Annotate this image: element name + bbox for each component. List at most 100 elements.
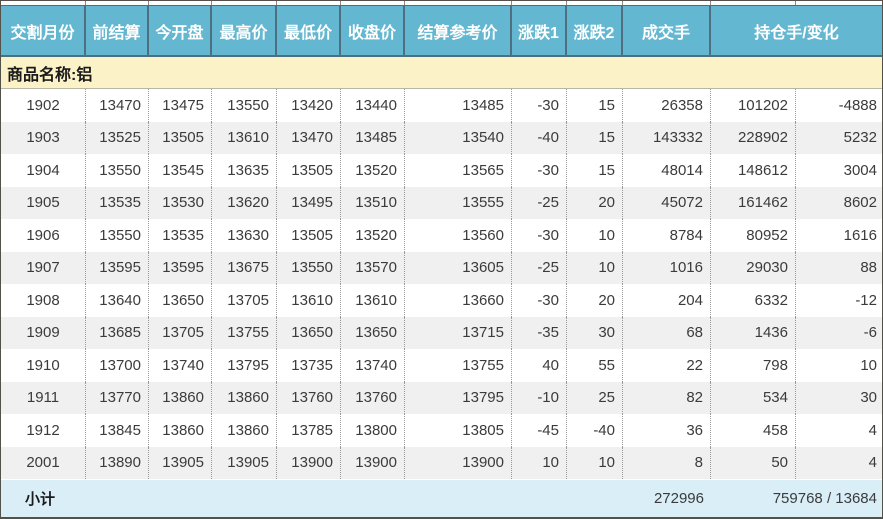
cell-close: 13520 <box>341 154 405 187</box>
cell-high: 13630 <box>212 219 277 252</box>
cell-oi-change: 4 <box>868 454 877 472</box>
cell-change1: -30 <box>512 219 567 252</box>
cell-open-interest: 101202 <box>711 89 796 122</box>
cell-high: 13860 <box>212 414 277 447</box>
table-header-row: 交割月份 前结算 今开盘 最高价 最低价 收盘价 结算参考价 涨跌1 涨跌2 成… <box>1 5 882 57</box>
futures-quotes-table: 交割月份 前结算 今开盘 最高价 最低价 收盘价 结算参考价 涨跌1 涨跌2 成… <box>0 0 883 519</box>
cell-close: 13760 <box>341 381 405 414</box>
cell-change2: 15 <box>567 89 623 122</box>
cell-high: 13795 <box>212 349 277 382</box>
cell-open: 13535 <box>149 219 212 252</box>
cell-settlement-ref: 13715 <box>405 316 512 349</box>
column-header-change2: 涨跌2 <box>567 6 623 55</box>
cell-change2: 55 <box>567 349 623 382</box>
cell-open: 13545 <box>149 154 212 187</box>
table-row[interactable]: 1908 13640 13650 13705 13610 13610 13660… <box>1 284 882 317</box>
cell-open: 13860 <box>149 381 212 414</box>
cell-change1: -30 <box>512 89 567 122</box>
cell-low: 13900 <box>277 446 341 479</box>
cell-change1: -10 <box>512 381 567 414</box>
cell-open-interest: 29030 <box>711 251 796 284</box>
table-row[interactable]: 1904 13550 13545 13635 13505 13520 13565… <box>1 154 882 187</box>
cell-low: 13550 <box>277 251 341 284</box>
cell-oi-change: 10 <box>860 356 877 374</box>
cell-prev-settlement: 13470 <box>86 89 149 122</box>
cell-low: 13650 <box>277 316 341 349</box>
cell-volume: 36 <box>623 414 711 447</box>
cell-prev-settlement: 13595 <box>86 251 149 284</box>
cell-volume: 26358 <box>623 89 711 122</box>
table-top-strip <box>1 1 882 5</box>
cell-delivery-month: 1904 <box>1 154 86 187</box>
subtotal-open-interest-total: 759768 / 13684 <box>772 490 877 507</box>
cell-open-interest: 50 <box>711 446 796 479</box>
cell-change1: 10 <box>512 446 567 479</box>
column-header-open: 今开盘 <box>149 6 212 55</box>
table-row[interactable]: 1911 13770 13860 13860 13760 13760 13795… <box>1 381 882 414</box>
table-row[interactable]: 1912 13845 13860 13860 13785 13800 13805… <box>1 414 882 447</box>
cell-delivery-month: 1910 <box>1 349 86 382</box>
table-row[interactable]: 1905 13535 13530 13620 13495 13510 13555… <box>1 186 882 219</box>
cell-high: 13860 <box>212 381 277 414</box>
cell-low: 13420 <box>277 89 341 122</box>
cell-delivery-month: 1911 <box>1 381 86 414</box>
cell-high: 13905 <box>212 446 277 479</box>
cell-delivery-month: 1909 <box>1 316 86 349</box>
cell-settlement-ref: 13805 <box>405 414 512 447</box>
cell-settlement-ref: 13755 <box>405 349 512 382</box>
cell-settlement-ref: 13565 <box>405 154 512 187</box>
cell-delivery-month: 1906 <box>1 219 86 252</box>
cell-change1: -40 <box>512 121 567 154</box>
cell-change2: 10 <box>567 251 623 284</box>
table-row[interactable]: 1910 13700 13740 13795 13735 13740 13755… <box>1 349 882 382</box>
table-row[interactable]: 1902 13470 13475 13550 13420 13440 13485… <box>1 89 882 122</box>
cell-volume: 1016 <box>623 251 711 284</box>
cell-settlement-ref: 13540 <box>405 121 512 154</box>
cell-high: 13675 <box>212 251 277 284</box>
table-row[interactable]: 2001 13890 13905 13905 13900 13900 13900… <box>1 446 882 479</box>
cell-open: 13475 <box>149 89 212 122</box>
table-row[interactable]: 1906 13550 13535 13630 13505 13520 13560… <box>1 219 882 252</box>
cell-delivery-month: 1903 <box>1 121 86 154</box>
cell-change2: 15 <box>567 154 623 187</box>
cell-open-interest: 228902 <box>711 121 796 154</box>
cell-prev-settlement: 13770 <box>86 381 149 414</box>
table-row[interactable]: 1909 13685 13705 13755 13650 13650 13715… <box>1 316 882 349</box>
cell-oi-change: 8602 <box>843 194 877 212</box>
table-row[interactable]: 1907 13595 13595 13675 13550 13570 13605… <box>1 251 882 284</box>
cell-open: 13650 <box>149 284 212 317</box>
cell-volume: 8 <box>623 446 711 479</box>
cell-close: 13800 <box>341 414 405 447</box>
cell-oi-change: 4 <box>868 421 877 439</box>
cell-delivery-month: 2001 <box>1 446 86 479</box>
subtotal-row: 小计 272996 759768 / 13684 <box>1 479 882 517</box>
cell-low: 13495 <box>277 186 341 219</box>
cell-open: 13705 <box>149 316 212 349</box>
cell-change1: -30 <box>512 154 567 187</box>
table-row[interactable]: 1903 13525 13505 13610 13470 13485 13540… <box>1 121 882 154</box>
cell-open-interest: 798 <box>711 349 796 382</box>
cell-close: 13610 <box>341 284 405 317</box>
cell-change2: 30 <box>567 316 623 349</box>
cell-delivery-month: 1902 <box>1 89 86 122</box>
cell-change2: 10 <box>567 219 623 252</box>
cell-prev-settlement: 13550 <box>86 219 149 252</box>
cell-open: 13505 <box>149 121 212 154</box>
cell-change2: -40 <box>567 414 623 447</box>
cell-open-interest: 1436 <box>711 316 796 349</box>
cell-open-interest: 148612 <box>711 154 796 187</box>
cell-change2: 15 <box>567 121 623 154</box>
cell-high: 13705 <box>212 284 277 317</box>
cell-settlement-ref: 13660 <box>405 284 512 317</box>
cell-settlement-ref: 13485 <box>405 89 512 122</box>
cell-open-interest: 161462 <box>711 186 796 219</box>
cell-low: 13760 <box>277 381 341 414</box>
cell-volume: 143332 <box>623 121 711 154</box>
cell-delivery-month: 1912 <box>1 414 86 447</box>
cell-open-interest: 458 <box>711 414 796 447</box>
cell-volume: 204 <box>623 284 711 317</box>
cell-change1: -45 <box>512 414 567 447</box>
cell-change1: 40 <box>512 349 567 382</box>
cell-prev-settlement: 13890 <box>86 446 149 479</box>
cell-high: 13610 <box>212 121 277 154</box>
